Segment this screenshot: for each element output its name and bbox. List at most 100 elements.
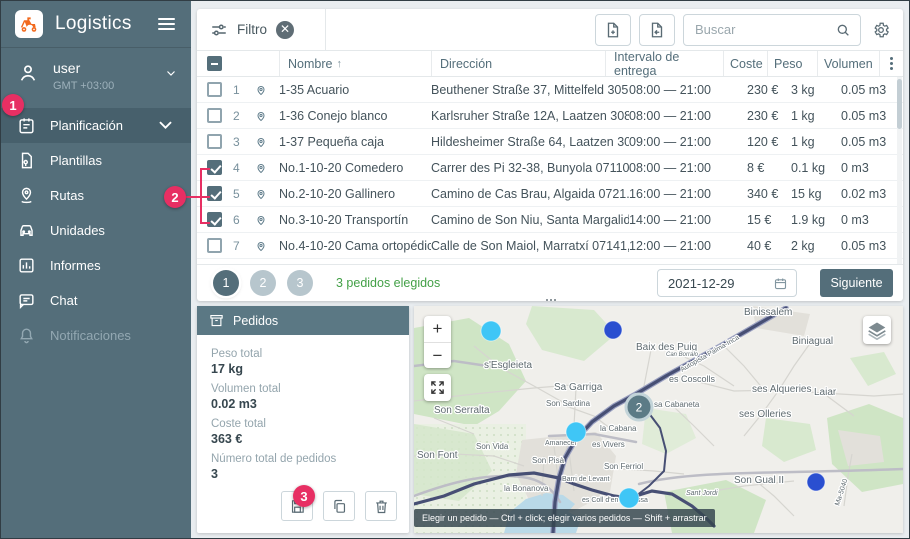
next-button[interactable]: Siguiente	[820, 269, 893, 297]
column-header-coste[interactable]: Coste	[723, 51, 767, 76]
table-scrollbar[interactable]	[897, 77, 902, 264]
zoom-in-button[interactable]: +	[424, 316, 451, 342]
search-input[interactable]	[693, 21, 835, 38]
sidebar-item-plantillas[interactable]: Plantillas	[1, 143, 191, 178]
map-order-marker[interactable]	[481, 321, 501, 341]
table-row[interactable]: 7No.4-10-20 Cama ortopédicaCalle de Son …	[197, 233, 903, 259]
sidebar-item-informes[interactable]: Informes	[1, 248, 191, 283]
table-row[interactable]: 6No.3-10-20 TransportínCamino de Son Niu…	[197, 207, 903, 233]
map-place-label: Sa Garriga	[554, 382, 603, 393]
map-place-label: la Cabana	[600, 424, 637, 433]
map-place-label: s'Esgleieta	[484, 360, 532, 371]
scooter-icon	[19, 14, 39, 34]
search-icon[interactable]	[835, 22, 851, 38]
sidebar-item-notificaciones[interactable]: Notificaciones	[1, 318, 191, 353]
map-place-label: es Coscolls	[669, 374, 716, 384]
sort-asc-icon[interactable]: ↑	[336, 58, 342, 70]
import-file-button[interactable]	[595, 14, 631, 46]
summary-field-value: 3	[211, 467, 395, 481]
summary-field-value: 17 kg	[211, 362, 395, 376]
table-row[interactable]: 21-36 Conejo blancoKarlsruher Straße 12A…	[197, 103, 903, 129]
map-cluster-marker[interactable]: 2	[626, 394, 652, 420]
row-interval: 08:00 — 21:00	[629, 161, 747, 175]
row-address: Calle de Son Maiol, Marratxí 07141,...	[431, 239, 629, 253]
table-row[interactable]: 4No.1-10-20 ComederoCarrer des Pi 32-38,…	[197, 155, 903, 181]
location-pin-icon	[255, 136, 279, 148]
location-pin-icon	[255, 110, 279, 122]
delete-button[interactable]	[365, 491, 397, 521]
sidebar-item-chat[interactable]: Chat	[1, 283, 191, 318]
column-header-volumen[interactable]: Volumen	[817, 51, 879, 76]
kebab-icon	[890, 57, 893, 70]
map-place-label: Son Ferriol	[604, 462, 643, 471]
column-menu-button[interactable]	[879, 51, 903, 76]
annotation-bracket-tick	[200, 168, 210, 170]
row-checkbox[interactable]	[197, 134, 233, 149]
map-order-marker[interactable]	[604, 321, 622, 339]
zoom-out-button[interactable]: −	[424, 342, 451, 368]
map-place-label: Son Gual II	[734, 475, 784, 486]
column-header-peso[interactable]: Peso	[767, 51, 817, 76]
map-panel[interactable]: s'EsgleietaSa GarrigaBaix des PuigBiniss…	[414, 306, 903, 533]
sidebar-menu: Planificación Plantillas Rutas	[1, 108, 191, 353]
table-header: Nombre ↑ Dirección Intervalo de entrega …	[197, 51, 903, 77]
orders-panel-header: Pedidos	[197, 306, 409, 335]
sidebar-item-unidades[interactable]: Unidades	[1, 213, 191, 248]
row-checkbox[interactable]	[197, 212, 233, 227]
row-number: 7	[233, 239, 255, 253]
row-checkbox[interactable]	[197, 186, 233, 201]
svg-text:2: 2	[636, 401, 643, 415]
search-box	[683, 14, 861, 46]
filter-sliders-icon	[210, 21, 228, 39]
layers-button[interactable]	[863, 316, 891, 344]
row-name: No.2-10-20 Gallinero	[279, 187, 431, 201]
export-file-button[interactable]	[639, 14, 675, 46]
location-pin-icon	[255, 240, 279, 252]
map-order-marker[interactable]	[619, 488, 639, 508]
gear-icon	[872, 21, 890, 39]
map-canvas[interactable]: s'EsgleietaSa GarrigaBaix des PuigBiniss…	[414, 306, 903, 533]
filter-group[interactable]: Filtro ✕	[197, 9, 326, 50]
file-plus-icon	[604, 21, 622, 39]
fullscreen-button[interactable]	[424, 374, 451, 401]
row-checkbox[interactable]	[197, 238, 233, 253]
map-order-marker[interactable]	[807, 473, 825, 491]
panel-resize-handle[interactable]	[191, 299, 910, 301]
copy-button[interactable]	[323, 491, 355, 521]
sidebar-item-rutas[interactable]: Rutas	[1, 178, 191, 213]
settings-button[interactable]	[872, 21, 890, 39]
sidebar-item-planificacion[interactable]: Planificación	[1, 108, 191, 143]
user-block[interactable]: user GMT +03:00	[1, 48, 191, 104]
page-button-3[interactable]: 3	[287, 270, 313, 296]
date-picker[interactable]	[657, 269, 797, 297]
map-place-label: Biniagual	[792, 336, 833, 347]
menu-toggle-icon[interactable]	[156, 14, 177, 34]
row-checkbox[interactable]	[197, 108, 233, 123]
row-cost: 8 €	[747, 161, 791, 175]
selected-orders-text: 3 pedidos elegidos	[336, 276, 440, 290]
row-number: 5	[233, 187, 255, 201]
page-button-1[interactable]: 1	[213, 270, 239, 296]
clear-filter-icon[interactable]: ✕	[276, 21, 294, 39]
route-pin-icon	[17, 186, 36, 205]
row-checkbox[interactable]	[197, 82, 233, 97]
map-place-label: Laiar	[814, 387, 837, 398]
table-row[interactable]: 11-35 AcuarioBeuthener Straße 37, Mittel…	[197, 77, 903, 103]
page-button-2[interactable]: 2	[250, 270, 276, 296]
column-header-direccion[interactable]: Dirección	[431, 51, 605, 76]
select-all-checkbox[interactable]	[207, 56, 222, 71]
table-row[interactable]: 5No.2-10-20 GallineroCamino de Cas Brau,…	[197, 181, 903, 207]
column-header-nombre[interactable]: Nombre ↑	[279, 51, 431, 76]
date-input[interactable]	[666, 275, 773, 292]
map-order-marker[interactable]	[566, 422, 586, 442]
map-place-label: Barri de Levant	[562, 476, 610, 483]
orders-panel-title: Pedidos	[233, 314, 278, 328]
row-interval: 08:00 — 21:00	[629, 109, 747, 123]
scrollbar-thumb[interactable]	[897, 79, 902, 129]
row-weight: 3 kg	[791, 83, 841, 97]
calendar-icon[interactable]	[773, 276, 788, 291]
column-header-intervalo[interactable]: Intervalo de entrega	[605, 51, 723, 76]
location-pin-icon	[255, 162, 279, 174]
table-row[interactable]: 31-37 Pequeña cajaHildesheimer Straße 64…	[197, 129, 903, 155]
copy-icon	[331, 498, 348, 515]
